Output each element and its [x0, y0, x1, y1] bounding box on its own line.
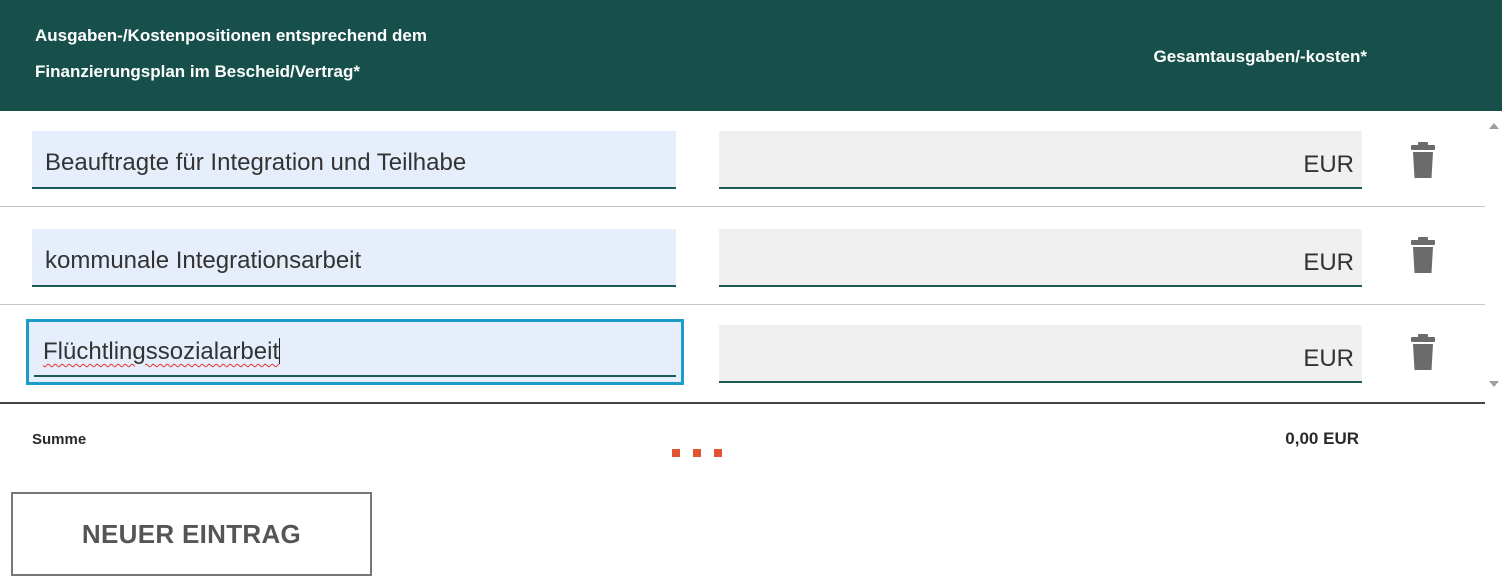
- currency-label: EUR: [1303, 151, 1354, 178]
- scroll-down-arrow-icon[interactable]: [1489, 381, 1499, 387]
- table-header: Ausgaben-/Kostenpositionen entsprechend …: [0, 0, 1502, 111]
- sum-label: Summe: [32, 431, 87, 448]
- row-divider: [0, 304, 1485, 305]
- trash-icon[interactable]: [1409, 237, 1437, 273]
- position-column-header-line1: Ausgaben-/Kostenpositionen entsprechend …: [35, 26, 427, 45]
- input-underline: [34, 375, 676, 377]
- position-input[interactable]: kommunale Integrationsarbeit: [32, 229, 676, 287]
- currency-label: EUR: [1303, 249, 1354, 276]
- loading-dot: [693, 449, 701, 457]
- scroll-up-arrow-icon[interactable]: [1489, 123, 1499, 129]
- amount-input[interactable]: EUR: [719, 325, 1362, 383]
- new-entry-button[interactable]: NEUER EINTRAG: [11, 492, 372, 576]
- position-input[interactable]: Beauftragte für Integration und Teilhabe: [32, 131, 676, 189]
- position-column-header: Ausgaben-/Kostenpositionen entsprechend …: [35, 18, 427, 90]
- trash-icon[interactable]: [1409, 334, 1437, 370]
- position-input-focused[interactable]: Flüchtlingssozialarbeit: [26, 319, 684, 385]
- position-input-value: Flüchtlingssozialarbeit: [43, 338, 280, 365]
- amount-column-header: Gesamtausgaben/-kosten*: [1153, 47, 1367, 66]
- position-input-value: Beauftragte für Integration und Teilhabe: [45, 149, 467, 176]
- position-input-value: kommunale Integrationsarbeit: [45, 247, 362, 274]
- loading-dot: [672, 449, 680, 457]
- vertical-scrollbar[interactable]: [1485, 111, 1502, 403]
- currency-label: EUR: [1303, 345, 1354, 372]
- text-caret: [279, 338, 281, 364]
- loading-dot: [714, 449, 722, 457]
- sum-value: 0,00 EUR: [1285, 429, 1359, 448]
- loading-dots-icon: [672, 444, 735, 457]
- table-bottom-divider: [0, 402, 1485, 404]
- row-divider: [0, 206, 1485, 207]
- trash-icon[interactable]: [1409, 142, 1437, 178]
- amount-input[interactable]: EUR: [719, 229, 1362, 287]
- position-column-header-line2: Finanzierungsplan im Bescheid/Vertrag*: [35, 62, 360, 81]
- table-rows: Beauftragte für Integration und Teilhabe…: [0, 111, 1502, 403]
- amount-input[interactable]: EUR: [719, 131, 1362, 189]
